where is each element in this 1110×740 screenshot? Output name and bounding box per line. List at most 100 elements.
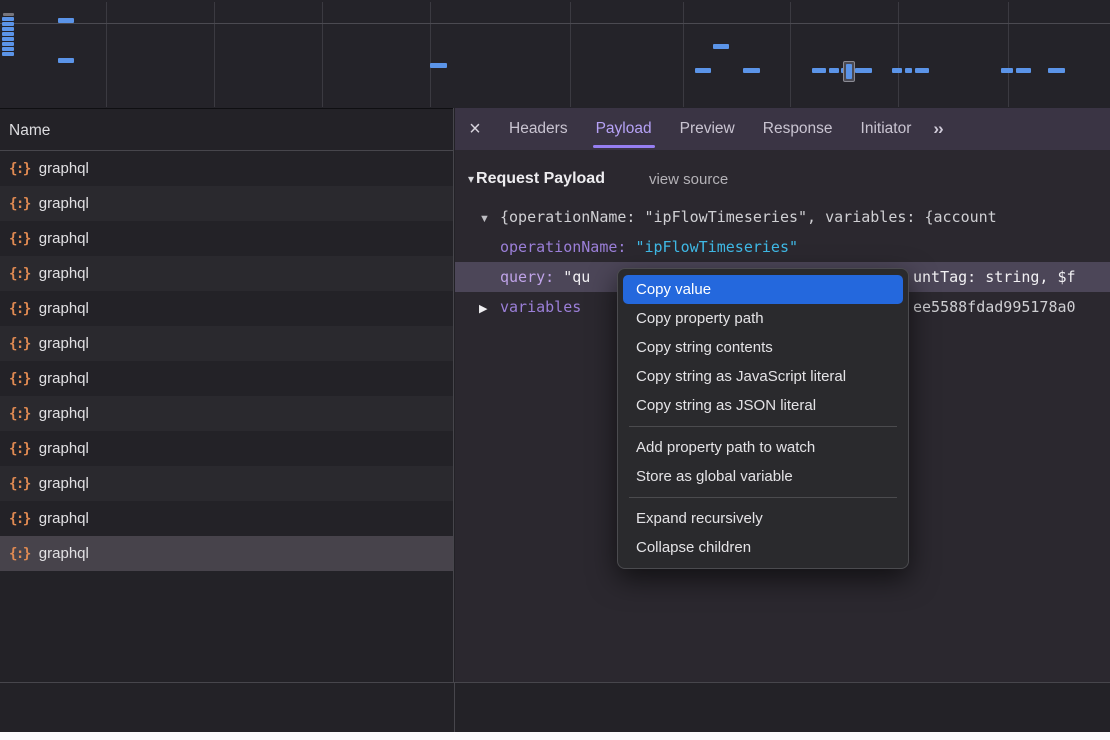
property-value-continued: ee5588fdad995178a0	[913, 292, 1076, 322]
json-braces-icon: {:}	[9, 511, 30, 527]
json-braces-icon: {:}	[9, 196, 30, 212]
request-row[interactable]: {:}graphql	[0, 256, 453, 291]
waterfall-bar	[829, 68, 839, 73]
expand-arrow-icon[interactable]: ▶	[479, 294, 500, 322]
waterfall-bar	[2, 22, 14, 26]
json-braces-icon: {:}	[9, 406, 30, 422]
waterfall-bar	[2, 27, 14, 31]
json-braces-icon: {:}	[9, 231, 30, 247]
request-name: graphql	[39, 300, 89, 317]
view-source-link[interactable]: view source	[649, 171, 728, 188]
context-menu: Copy valueCopy property pathCopy string …	[617, 268, 909, 569]
waterfall-bar	[2, 17, 14, 21]
request-name: graphql	[39, 510, 89, 527]
property-key: query:	[500, 268, 554, 286]
waterfall-bar	[855, 68, 872, 73]
waterfall-bar	[743, 68, 760, 73]
request-row[interactable]: {:} graphql	[0, 361, 453, 396]
property-key: operationName:	[500, 238, 626, 256]
json-braces-icon: {:}	[9, 161, 30, 177]
menu-item-expand-recursively[interactable]: Expand recursively	[623, 504, 903, 533]
menu-item-copy-string-as-javascript-literal[interactable]: Copy string as JavaScript literal	[623, 362, 903, 391]
section-title: Request Payload	[476, 170, 605, 188]
request-row[interactable]: {:} graphql	[0, 396, 453, 431]
property-value: "ipFlowTimeseries"	[635, 238, 798, 256]
grid-line-vertical	[790, 2, 791, 107]
panel-divider	[454, 683, 455, 733]
request-row[interactable]: {:}graphql	[0, 326, 453, 361]
tree-root-row[interactable]: ▼{operationName: "ipFlowTimeseries", var…	[455, 202, 1110, 232]
request-row[interactable]: {:}graphql	[0, 466, 453, 501]
request-rows: {:} graphql {:} graphql {:} graphql {:} graphql…	[0, 151, 453, 571]
json-braces-icon: {:}	[9, 371, 30, 387]
column-header-name[interactable]: Name	[0, 108, 453, 151]
request-payload-section-header[interactable]: ▾ Request Payload view source	[455, 162, 1110, 196]
waterfall-bar	[713, 44, 729, 49]
waterfall-bar	[2, 52, 14, 56]
waterfall-bar	[695, 68, 711, 73]
request-name: graphql	[39, 405, 89, 422]
menu-separator	[629, 426, 897, 427]
menu-item-collapse-children[interactable]: Collapse children	[623, 533, 903, 562]
grid-line-vertical	[570, 2, 571, 107]
waterfall-bar	[905, 68, 912, 73]
property-key: variables	[500, 298, 581, 316]
devtools-network-panel: Name {:}graphql{:}graphql{:}graphql{:}gr…	[0, 0, 1110, 740]
request-row[interactable]: {:} graphql	[0, 186, 453, 221]
request-name: graphql	[39, 545, 89, 562]
tree-row-operation-name[interactable]: operationName: "ipFlowTimeseries"	[455, 232, 1110, 262]
tab-response[interactable]: Response	[749, 108, 847, 150]
tab-preview[interactable]: Preview	[666, 108, 749, 150]
tab-initiator[interactable]: Initiator	[847, 108, 926, 150]
request-row[interactable]: {:} graphql	[0, 501, 453, 536]
root-preview: {operationName: "ipFlowTimeseries", vari…	[500, 208, 997, 226]
request-row[interactable]: {:} graphql	[0, 291, 453, 326]
request-name: graphql	[39, 195, 89, 212]
request-name: graphql	[39, 440, 89, 457]
property-value: "qu	[563, 268, 590, 286]
json-braces-icon: {:}	[9, 476, 30, 492]
waterfall-bar	[58, 18, 74, 23]
request-name: graphql	[39, 265, 89, 282]
close-icon[interactable]: ×	[455, 118, 495, 141]
detail-tab-bar: × HeadersPayloadPreviewResponseInitiator…	[455, 108, 1110, 150]
grid-line-vertical	[322, 2, 323, 107]
tab-headers[interactable]: Headers	[495, 108, 582, 150]
waterfall-bar	[430, 63, 447, 68]
request-row[interactable]: {:}graphql	[0, 151, 453, 186]
request-row[interactable]: {:} graphql	[0, 536, 453, 571]
waterfall-bar	[1048, 68, 1065, 73]
expand-arrow-icon[interactable]: ▼	[479, 204, 500, 232]
request-row[interactable]: {:}graphql	[0, 221, 453, 256]
grid-line-vertical	[430, 2, 431, 107]
waterfall-bar	[2, 37, 14, 41]
grid-line-horizontal	[0, 23, 1110, 24]
detail-tabs: HeadersPayloadPreviewResponseInitiator	[495, 108, 925, 150]
request-row[interactable]: {:} graphql	[0, 431, 453, 466]
json-braces-icon: {:}	[9, 301, 30, 317]
waterfall-bar	[1001, 68, 1013, 73]
more-tabs-icon[interactable]: ››	[933, 119, 942, 139]
menu-separator	[629, 497, 897, 498]
menu-item-copy-string-as-json-literal[interactable]: Copy string as JSON literal	[623, 391, 903, 420]
json-braces-icon: {:}	[9, 441, 30, 457]
waterfall-overview[interactable]	[0, 0, 1110, 108]
menu-item-copy-property-path[interactable]: Copy property path	[623, 304, 903, 333]
menu-item-copy-value[interactable]: Copy value	[623, 275, 903, 304]
page-background-strip	[0, 732, 1110, 740]
waterfall-bar	[892, 68, 902, 73]
menu-item-store-as-global-variable[interactable]: Store as global variable	[623, 462, 903, 491]
request-name: graphql	[39, 370, 89, 387]
property-value-continued: untTag: string, $f	[913, 262, 1076, 292]
waterfall-bar	[846, 64, 852, 79]
summary-bar	[0, 682, 1110, 732]
waterfall-bar	[2, 47, 14, 51]
tab-payload[interactable]: Payload	[582, 108, 666, 150]
json-braces-icon: {:}	[9, 546, 30, 562]
grid-line-vertical	[898, 2, 899, 107]
menu-item-copy-string-contents[interactable]: Copy string contents	[623, 333, 903, 362]
waterfall-bar	[812, 68, 826, 73]
collapse-triangle-icon: ▾	[468, 172, 474, 186]
menu-item-add-property-path-to-watch[interactable]: Add property path to watch	[623, 433, 903, 462]
waterfall-bar	[2, 32, 14, 36]
